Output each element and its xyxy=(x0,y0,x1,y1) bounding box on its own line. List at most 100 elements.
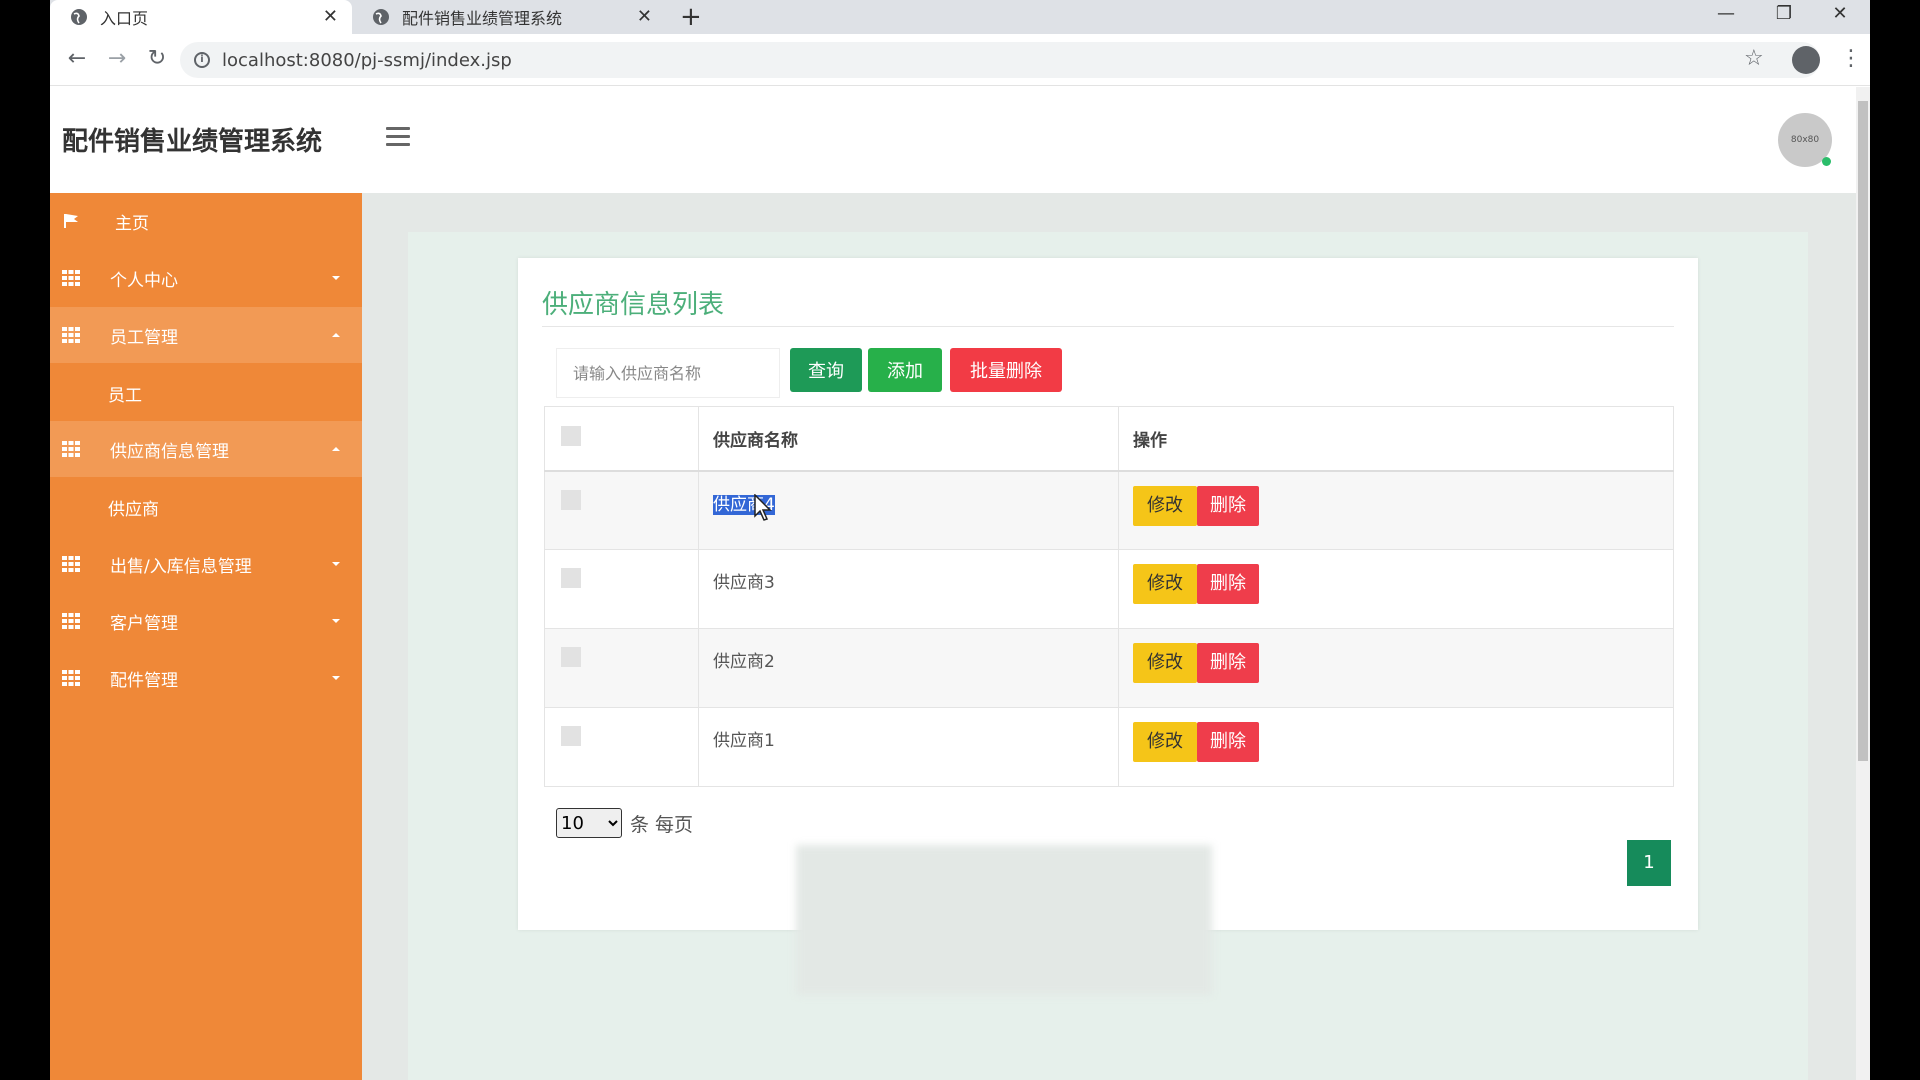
supplier-table: 供应商名称 操作 供应商4 修改 删除 供应商3 修改 删除 供应商2 修改 删… xyxy=(544,406,1674,787)
delete-button[interactable]: 删除 xyxy=(1197,643,1259,683)
edit-button[interactable]: 修改 xyxy=(1133,722,1197,762)
row-select-cell xyxy=(544,628,699,708)
supplier-search-input[interactable] xyxy=(556,348,780,398)
reload-icon[interactable]: ↻ xyxy=(142,46,172,71)
sidebar-item-label: 配件管理 xyxy=(110,670,178,691)
browser-window: 入口页 ✕ 配件销售业绩管理系统 ✕ + — ❐ ✕ ← → ↻ i local… xyxy=(50,0,1870,1080)
row-checkbox[interactable] xyxy=(561,568,581,588)
sidebar-item-parts-management[interactable]: 配件管理 xyxy=(50,650,362,706)
minimize-icon[interactable]: — xyxy=(1698,0,1754,30)
back-icon[interactable]: ← xyxy=(62,46,92,71)
sidebar-item-customer-management[interactable]: 客户管理 xyxy=(50,593,362,649)
flag-icon xyxy=(64,214,78,228)
tab-title: 入口页 xyxy=(100,9,149,28)
hamburger-menu-icon[interactable] xyxy=(386,127,410,147)
new-tab-icon[interactable]: + xyxy=(680,2,702,32)
title-divider xyxy=(542,326,1674,327)
supplier-name: 供应商3 xyxy=(713,573,775,593)
caret-down-icon xyxy=(332,619,340,623)
url-field[interactable]: i localhost:8080/pj-ssmj/index.jsp xyxy=(180,42,1820,78)
grid-icon xyxy=(62,613,80,629)
sidebar-item-label: 供应商信息管理 xyxy=(110,441,229,462)
online-status-dot xyxy=(1822,157,1831,166)
sidebar-item-employee-management[interactable]: 员工管理 xyxy=(50,307,362,363)
url-text: localhost:8080/pj-ssmj/index.jsp xyxy=(222,49,512,71)
row-checkbox[interactable] xyxy=(561,647,581,667)
forward-icon[interactable]: → xyxy=(102,46,132,71)
sidebar-item-sales-stock-management[interactable]: 出售/入库信息管理 xyxy=(50,536,362,592)
app-header: 配件销售业绩管理系统 80x80 xyxy=(50,87,1856,193)
row-select-cell xyxy=(544,470,699,550)
menu-kebab-icon[interactable]: ⋮ xyxy=(1840,46,1862,71)
close-tab-icon[interactable]: ✕ xyxy=(637,6,652,27)
row-checkbox[interactable] xyxy=(561,726,581,746)
tab-system[interactable]: 配件销售业绩管理系统 ✕ xyxy=(352,0,666,34)
add-button[interactable]: 添加 xyxy=(868,348,942,392)
column-header-actions: 操作 xyxy=(1118,406,1674,472)
delete-button[interactable]: 删除 xyxy=(1197,722,1259,762)
select-all-checkbox[interactable] xyxy=(561,425,581,446)
edit-button[interactable]: 修改 xyxy=(1133,643,1197,683)
tab-entry-page[interactable]: 入口页 ✕ xyxy=(50,0,352,34)
page-scrollbar[interactable] xyxy=(1856,87,1870,1080)
row-select-cell xyxy=(544,707,699,787)
sidebar-item-home[interactable]: 主页 xyxy=(50,193,362,249)
column-header-name: 供应商名称 xyxy=(698,406,1119,472)
query-button[interactable]: 查询 xyxy=(790,348,862,392)
supplier-name-cell: 供应商1 xyxy=(698,707,1119,787)
page-size-unit: 条 每页 xyxy=(630,813,694,836)
grid-icon xyxy=(62,270,80,286)
close-window-icon[interactable]: ✕ xyxy=(1812,0,1868,30)
sidebar-subitem-supplier[interactable]: 供应商 xyxy=(108,495,159,520)
info-icon[interactable]: i xyxy=(194,52,210,68)
mouse-cursor-icon xyxy=(754,494,772,521)
tab-bar: 入口页 ✕ 配件销售业绩管理系统 ✕ + — ❐ ✕ xyxy=(50,0,1870,34)
tab-title: 配件销售业绩管理系统 xyxy=(402,9,563,28)
caret-down-icon xyxy=(332,562,340,566)
table-row: 供应商1 修改 删除 xyxy=(544,707,1674,787)
supplier-name-cell: 供应商3 xyxy=(698,549,1119,629)
edit-button[interactable]: 修改 xyxy=(1133,485,1197,526)
row-actions-cell: 修改 删除 xyxy=(1118,470,1674,550)
supplier-name: 供应商2 xyxy=(713,652,775,672)
select-all-cell xyxy=(544,406,699,472)
grid-icon xyxy=(62,441,80,457)
supplier-name-cell: 供应商2 xyxy=(698,628,1119,708)
address-bar: ← → ↻ i localhost:8080/pj-ssmj/index.jsp xyxy=(50,34,1870,86)
row-actions-cell: 修改 删除 xyxy=(1118,707,1674,787)
sidebar-item-label: 出售/入库信息管理 xyxy=(110,556,252,577)
sidebar-item-supplier-management[interactable]: 供应商信息管理 xyxy=(50,421,362,477)
profile-icon[interactable] xyxy=(1792,46,1820,74)
caret-down-icon xyxy=(332,676,340,680)
scrollbar-thumb[interactable] xyxy=(1858,101,1868,761)
row-select-cell xyxy=(544,549,699,629)
row-checkbox[interactable] xyxy=(561,489,581,510)
bookmark-star-icon[interactable]: ☆ xyxy=(1744,46,1764,71)
globe-icon xyxy=(71,9,87,25)
page-size-control: 10 条 每页 xyxy=(556,808,693,838)
caret-up-icon xyxy=(332,333,340,337)
supplier-list-card: 供应商信息列表 查询 添加 批量删除 供应商名称 操作 供应商4 修改删除 xyxy=(518,258,1698,930)
grid-icon xyxy=(62,327,80,343)
row-actions-cell: 修改 删除 xyxy=(1118,549,1674,629)
caret-down-icon xyxy=(332,276,340,280)
supplier-name: 供应商1 xyxy=(713,731,775,751)
edit-button[interactable]: 修改 xyxy=(1133,564,1197,604)
globe-icon xyxy=(373,9,389,25)
restore-icon[interactable]: ❐ xyxy=(1756,0,1812,30)
grid-icon xyxy=(62,556,80,572)
sidebar-item-label: 员工管理 xyxy=(110,327,178,348)
sidebar-item-personal-center[interactable]: 个人中心 xyxy=(50,250,362,306)
close-tab-icon[interactable]: ✕ xyxy=(323,6,338,27)
pagination-current-page[interactable]: 1 xyxy=(1627,840,1671,886)
caret-up-icon xyxy=(332,447,340,451)
delete-button[interactable]: 删除 xyxy=(1197,564,1259,604)
sidebar-item-label: 客户管理 xyxy=(110,613,178,634)
delete-button[interactable]: 删除 xyxy=(1197,485,1259,526)
sidebar-item-label: 个人中心 xyxy=(110,270,178,291)
page-title: 供应商信息列表 xyxy=(542,290,725,320)
batch-delete-button[interactable]: 批量删除 xyxy=(950,348,1062,392)
page-size-select[interactable]: 10 xyxy=(556,808,622,838)
table-row: 供应商2 修改 删除 xyxy=(544,628,1674,708)
sidebar-subitem-employee[interactable]: 员工 xyxy=(108,381,142,406)
